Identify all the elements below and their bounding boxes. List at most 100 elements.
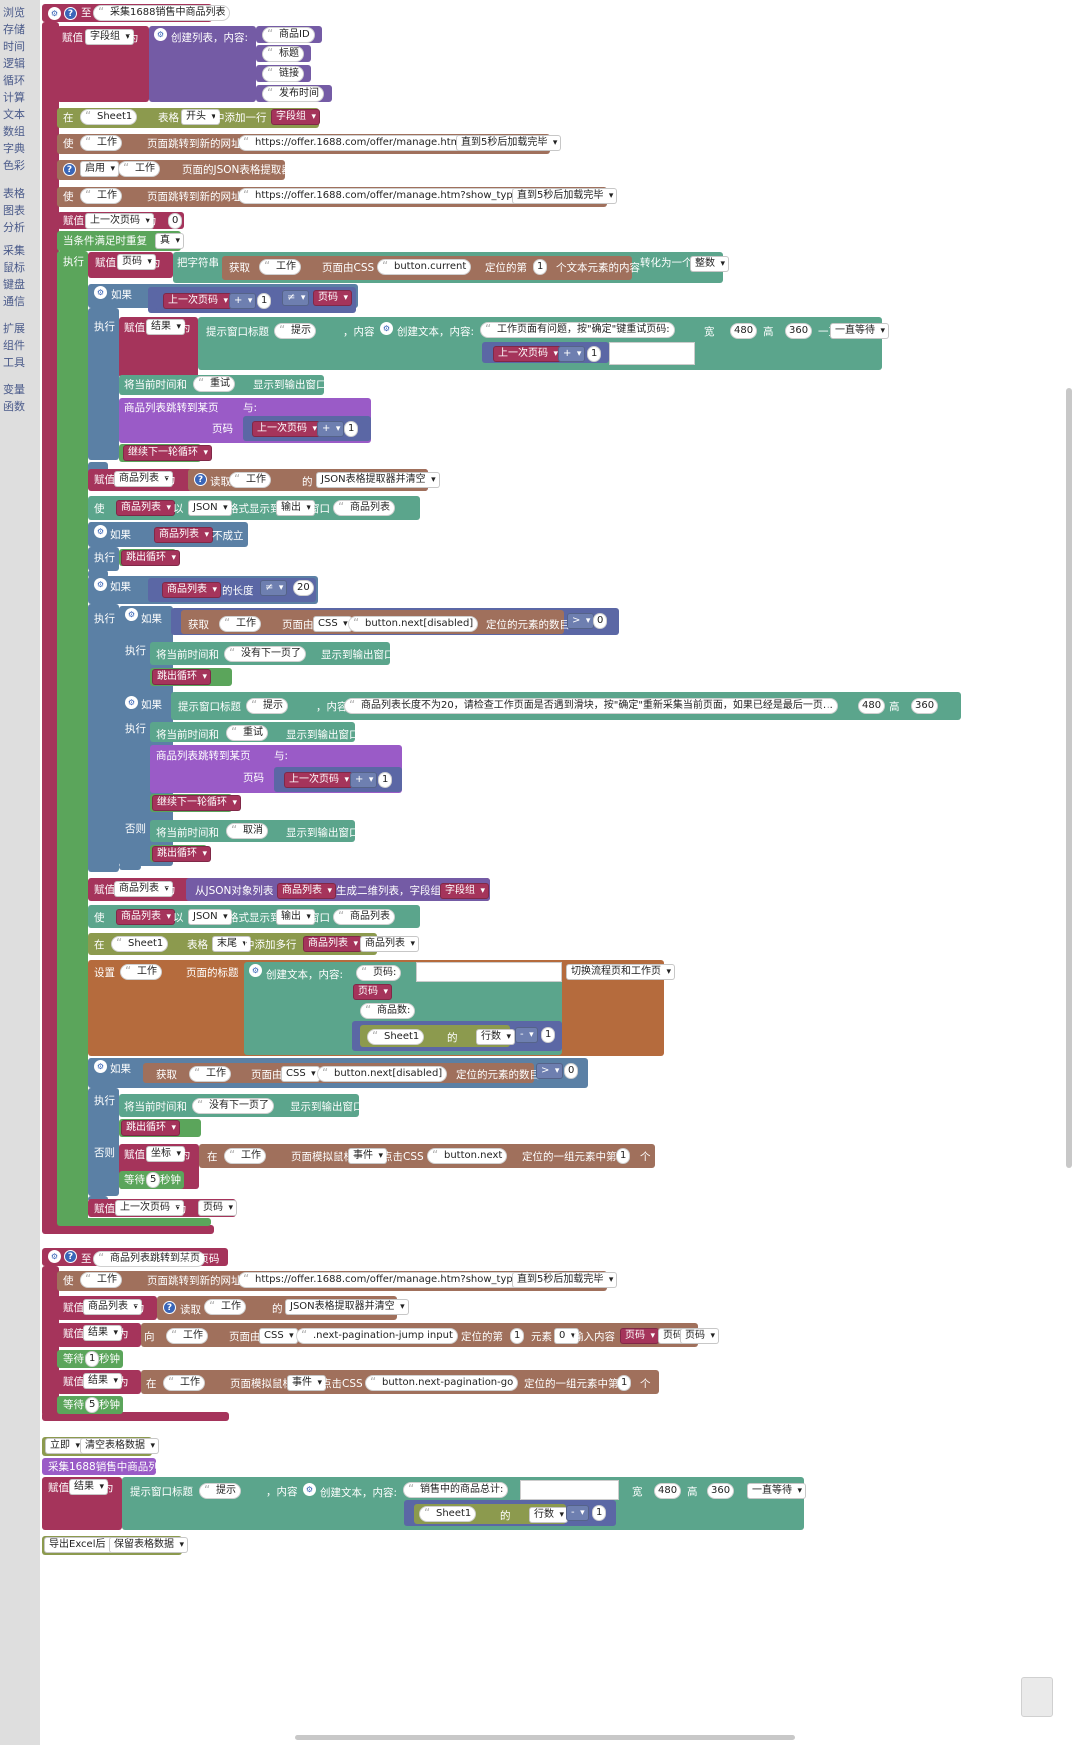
- dropdown[interactable]: 页码: [353, 984, 392, 1000]
- text-field[interactable]: 商品ID: [262, 27, 315, 43]
- text-field[interactable]: Sheet1: [367, 1029, 425, 1045]
- dropdown[interactable]: 上一次页码: [252, 421, 321, 437]
- number-field[interactable]: 1: [541, 1027, 556, 1043]
- category-0[interactable]: 浏览: [3, 4, 39, 21]
- text-field[interactable]: 销售中的商品总计:: [403, 1482, 509, 1498]
- dropdown[interactable]: +: [558, 346, 586, 362]
- number-field[interactable]: 5: [146, 1172, 161, 1188]
- dropdown[interactable]: CSS: [281, 1066, 320, 1082]
- category-1[interactable]: 存储: [3, 21, 39, 38]
- category-19[interactable]: 工具: [3, 354, 39, 371]
- text-field[interactable]: 工作: [204, 1299, 246, 1315]
- css-selector[interactable]: button.next[disabled]: [348, 616, 479, 632]
- help-icon[interactable]: ?: [163, 1301, 176, 1314]
- text-field[interactable]: 链接: [262, 66, 304, 82]
- gear-icon[interactable]: ⚙: [125, 696, 138, 709]
- css-selector[interactable]: button.next: [427, 1148, 508, 1164]
- text-field[interactable]: https://offer.1688.com/offer/manage.htm?…: [238, 188, 528, 204]
- dropdown[interactable]: 商品列表: [303, 936, 362, 952]
- dropdown[interactable]: 上一次页码: [85, 213, 154, 229]
- text-field[interactable]: Sheet1: [80, 109, 138, 125]
- nested-if-footer[interactable]: [119, 864, 141, 870]
- category-18[interactable]: 组件: [3, 337, 39, 354]
- dropdown[interactable]: 商品列表: [162, 582, 221, 598]
- dropdown[interactable]: CSS: [313, 616, 352, 632]
- category-14[interactable]: 鼠标: [3, 259, 39, 276]
- text-field[interactable]: 提示: [246, 698, 288, 714]
- dropdown[interactable]: 页码: [620, 1328, 659, 1344]
- gear-icon[interactable]: ⚙: [94, 525, 107, 538]
- category-8[interactable]: 字典: [3, 140, 39, 157]
- dropdown[interactable]: 字段组: [271, 109, 320, 125]
- dropdown[interactable]: >: [536, 1063, 564, 1079]
- dropdown[interactable]: JSON表格提取器并清空: [285, 1299, 409, 1315]
- dropdown[interactable]: 跳出循环: [152, 669, 211, 685]
- text-field[interactable]: 工作: [163, 1375, 205, 1391]
- number-field[interactable]: 1: [85, 1351, 100, 1367]
- text-field[interactable]: 页码:: [356, 965, 402, 981]
- vertical-scrollbar[interactable]: [1066, 388, 1072, 1168]
- gear-icon[interactable]: ⚙: [154, 28, 167, 41]
- dropdown[interactable]: 页码: [680, 1328, 719, 1344]
- category-5[interactable]: 计算: [3, 89, 39, 106]
- horizontal-scrollbar[interactable]: [295, 1735, 795, 1740]
- text-field[interactable]: 商品列表长度不为20，请检查工作页面是否遇到滑块，按"确定"重新采集当前页面，如…: [344, 698, 838, 714]
- dropdown[interactable]: +: [229, 293, 257, 309]
- text-field[interactable]: 没有下一页了: [192, 1098, 274, 1114]
- text-field[interactable]: Sheet1: [111, 936, 169, 952]
- dropdown[interactable]: 结果: [83, 1373, 122, 1389]
- category-16[interactable]: 通信: [3, 293, 39, 310]
- text-field[interactable]: 工作: [120, 964, 162, 980]
- dropdown[interactable]: 商品列表: [277, 883, 336, 899]
- category-13[interactable]: 采集: [3, 242, 39, 259]
- dropdown[interactable]: 上一次页码: [284, 772, 353, 788]
- number-field[interactable]: 1: [257, 293, 272, 309]
- category-21[interactable]: 函数: [3, 398, 39, 415]
- css-selector[interactable]: button.next[disabled]: [317, 1066, 448, 1082]
- text-field[interactable]: 工作: [259, 259, 301, 275]
- dropdown[interactable]: 商品列表: [154, 527, 213, 543]
- gear-icon[interactable]: ⚙: [94, 578, 107, 591]
- text-field[interactable]: Sheet1: [419, 1506, 477, 1522]
- dropdown[interactable]: 清空表格数据: [80, 1438, 159, 1454]
- dropdown[interactable]: 一直等待: [830, 323, 889, 339]
- category-10[interactable]: 表格: [3, 185, 39, 202]
- dropdown[interactable]: 上一次页码: [493, 346, 562, 362]
- text-field[interactable]: 工作: [219, 616, 261, 632]
- text-field[interactable]: 商品数:: [360, 1003, 416, 1019]
- number-field[interactable]: 360: [707, 1483, 735, 1499]
- text-field[interactable]: 提示: [199, 1483, 241, 1499]
- text-field[interactable]: 发布时间: [262, 86, 324, 102]
- var-fields-dropdown[interactable]: 字段组: [85, 29, 134, 45]
- while-loop-footer[interactable]: [57, 1218, 211, 1226]
- category-15[interactable]: 键盘: [3, 276, 39, 293]
- number-field[interactable]: 1: [344, 421, 359, 437]
- text-field[interactable]: 工作: [224, 1148, 266, 1164]
- dropdown[interactable]: 直到5秒后加载完毕: [512, 1272, 618, 1288]
- gear-icon[interactable]: ⚙: [380, 322, 393, 335]
- dropdown[interactable]: 字段组: [440, 883, 489, 899]
- gear-icon[interactable]: ⚙: [48, 1250, 61, 1263]
- dropdown[interactable]: 行数: [476, 1029, 515, 1045]
- dropdown[interactable]: 页码: [198, 1200, 237, 1216]
- dropdown[interactable]: 直到5秒后加载完毕: [456, 135, 562, 151]
- text-field[interactable]: 商品列表: [333, 909, 395, 925]
- dropdown[interactable]: 继续下一轮循环: [123, 445, 212, 461]
- text-field[interactable]: 重试: [226, 725, 268, 741]
- dropdown[interactable]: 启用: [80, 161, 119, 177]
- dropdown[interactable]: 页码: [313, 290, 352, 306]
- text-field[interactable]: 工作: [189, 1066, 231, 1082]
- dropdown[interactable]: -: [515, 1027, 538, 1043]
- dropdown[interactable]: 整数: [690, 256, 729, 272]
- dropdown[interactable]: 继续下一轮循环: [152, 795, 241, 811]
- dropdown[interactable]: 立即: [45, 1438, 84, 1454]
- number-field[interactable]: 360: [911, 698, 939, 714]
- number-field[interactable]: 1: [617, 1375, 632, 1391]
- text-field[interactable]: 取消: [226, 823, 268, 839]
- text-field[interactable]: 没有下一页了: [224, 646, 306, 662]
- trash-can-icon[interactable]: [1021, 1677, 1053, 1717]
- dropdown[interactable]: +: [350, 772, 378, 788]
- text-field[interactable]: 工作: [80, 135, 122, 151]
- category-2[interactable]: 时间: [3, 38, 39, 55]
- dropdown[interactable]: 一直等待: [747, 1483, 806, 1499]
